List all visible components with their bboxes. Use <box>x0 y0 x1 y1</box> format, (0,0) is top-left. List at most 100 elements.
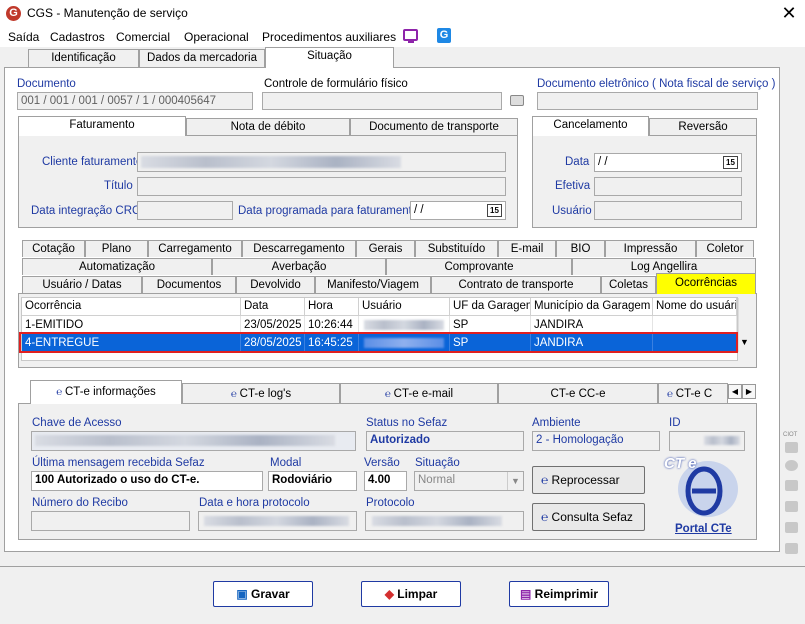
protocolo-redacted <box>372 516 502 526</box>
tab-descarregamento[interactable]: Descarregamento <box>242 240 356 257</box>
hand-icon[interactable] <box>785 501 798 512</box>
tab-doc-transporte[interactable]: Documento de transporte <box>350 118 518 136</box>
tab-automatizacao[interactable]: Automatização <box>22 258 212 275</box>
tab-cotacao[interactable]: Cotação <box>22 240 85 257</box>
tab-email[interactable]: E-mail <box>498 240 556 257</box>
tab-cte-c[interactable]: ℮ CT-e C <box>658 383 728 404</box>
side-icon[interactable] <box>785 543 798 554</box>
col-nome-usuario[interactable]: Nome do usuário <box>653 298 737 316</box>
window-title: CGS - Manutenção de serviço <box>27 6 188 20</box>
side-icon[interactable] <box>785 460 798 471</box>
ultima-msg-label: Última mensagem recebida Sefaz <box>32 457 205 469</box>
menu-saida[interactable]: Saída <box>8 30 39 44</box>
data-protocolo-redacted <box>204 516 349 526</box>
id-redacted <box>704 436 740 445</box>
eraser-icon: ◆ <box>384 587 398 601</box>
modal-label: Modal <box>270 457 302 469</box>
reprocessar-button[interactable]: ℮ Reprocessar <box>532 466 645 494</box>
tab-devolvido[interactable]: Devolvido <box>236 276 315 294</box>
scroll-down-icon[interactable]: ▼ <box>740 337 749 347</box>
menu-procedimentos[interactable]: Procedimentos auxiliares <box>262 30 396 44</box>
side-icon[interactable] <box>785 442 798 453</box>
modal-field[interactable]: Rodoviário <box>268 471 357 491</box>
app-logo-icon: G <box>6 6 21 21</box>
tab-cte-informacoes[interactable]: ℮ CT-e informações <box>30 380 182 404</box>
recibo-label: Número do Recibo <box>32 497 128 509</box>
gravar-button[interactable]: ▣ Gravar <box>213 581 313 607</box>
side-icon[interactable] <box>785 522 798 533</box>
close-icon[interactable]: ✕ <box>776 1 802 25</box>
tab-manifesto-viagem[interactable]: Manifesto/Viagem <box>315 276 431 294</box>
tab-substituido[interactable]: Substituído <box>415 240 498 257</box>
recibo-field[interactable] <box>31 511 190 531</box>
ambiente-field[interactable]: 2 - Homologação <box>532 431 660 451</box>
monitor-icon[interactable] <box>403 29 418 43</box>
tab-cancelamento[interactable]: Cancelamento <box>532 116 649 136</box>
canc-usuario-field[interactable] <box>594 201 742 220</box>
limpar-button[interactable]: ◆ Limpar <box>361 581 461 607</box>
cte-icon: ℮ <box>541 473 552 487</box>
tab-gerais[interactable]: Gerais <box>356 240 415 257</box>
tab-impressao[interactable]: Impressão <box>605 240 696 257</box>
tab-cte-email[interactable]: ℮ CT-e e-mail <box>340 383 498 404</box>
tab-ocorrencias[interactable]: Ocorrências <box>656 273 756 294</box>
selection-highlight <box>19 332 738 353</box>
col-hora[interactable]: Hora <box>305 298 359 316</box>
protocolo-label: Protocolo <box>366 497 415 509</box>
tab-contrato-transporte[interactable]: Contrato de transporte <box>431 276 601 294</box>
doc-eletronico-field[interactable] <box>537 92 758 110</box>
col-ocorrencia[interactable]: Ocorrência <box>22 298 241 316</box>
hand-icon[interactable] <box>785 480 798 491</box>
tab-identificacao[interactable]: Identificação <box>28 49 139 67</box>
calendar-icon[interactable]: 15 <box>487 204 502 217</box>
tab-coletas[interactable]: Coletas <box>601 276 656 294</box>
consulta-sefaz-button[interactable]: ℮ Consulta Sefaz <box>532 503 645 531</box>
menu-operacional[interactable]: Operacional <box>184 30 249 44</box>
col-usuario[interactable]: Usuário <box>359 298 450 316</box>
controle-field[interactable] <box>262 92 502 110</box>
tab-coletor[interactable]: Coletor <box>696 240 754 257</box>
menu-cadastros[interactable]: Cadastros <box>50 30 105 44</box>
titulo-field[interactable] <box>137 177 506 196</box>
col-municipio[interactable]: Município da Garagem <box>531 298 653 316</box>
status-label: Status no Sefaz <box>366 417 448 429</box>
ultima-msg-field[interactable]: 100 Autorizado o uso do CT-e. <box>31 471 263 491</box>
efetiva-field[interactable] <box>594 177 742 196</box>
tab-averbacao[interactable]: Averbação <box>212 258 386 275</box>
versao-field[interactable]: 4.00 <box>364 471 407 491</box>
usuario-redacted <box>364 320 444 330</box>
documento-field[interactable]: 001 / 001 / 001 / 0057 / 1 / 000405647 <box>17 92 253 110</box>
g-app-icon[interactable]: G <box>437 28 451 43</box>
tab-scroll-right-icon[interactable]: ▶ <box>742 384 756 399</box>
calendar-icon[interactable]: 15 <box>723 156 738 169</box>
tab-usuario-datas[interactable]: Usuário / Datas <box>22 276 142 294</box>
tab-nota-debito[interactable]: Nota de débito <box>186 118 350 136</box>
tab-dados-mercadoria[interactable]: Dados da mercadoria <box>139 49 265 67</box>
canc-data-field[interactable]: / / <box>594 153 742 172</box>
tab-bio[interactable]: BIO <box>556 240 605 257</box>
cte-icon: ℮ <box>230 389 240 400</box>
col-uf[interactable]: UF da Garagem <box>450 298 531 316</box>
chevron-down-icon[interactable]: ▼ <box>507 472 523 490</box>
id-label: ID <box>669 417 681 429</box>
reimprimir-button[interactable]: ▤ Reimprimir <box>509 581 609 607</box>
tab-plano[interactable]: Plano <box>85 240 148 257</box>
tab-scroll-left-icon[interactable]: ◀ <box>728 384 742 399</box>
doc-eletronico-label: Documento eletrônico ( Nota fiscal de se… <box>537 78 776 90</box>
tab-cte-logs[interactable]: ℮ CT-e log's <box>182 383 340 404</box>
tab-reversao[interactable]: Reversão <box>649 118 757 136</box>
divider <box>0 566 805 567</box>
tab-situacao[interactable]: Situação <box>265 47 394 68</box>
data-protocolo-label: Data e hora protocolo <box>199 497 310 509</box>
status-field[interactable]: Autorizado <box>366 431 524 451</box>
tab-carregamento[interactable]: Carregamento <box>148 240 242 257</box>
tab-documentos[interactable]: Documentos <box>142 276 236 294</box>
tab-comprovante[interactable]: Comprovante <box>386 258 572 275</box>
tab-cte-cce[interactable]: CT-e CC-e <box>498 383 658 404</box>
menu-comercial[interactable]: Comercial <box>116 30 170 44</box>
printer-icon[interactable] <box>510 95 524 106</box>
col-data[interactable]: Data <box>241 298 305 316</box>
portal-cte-link[interactable]: Portal CTe <box>675 523 732 535</box>
tab-faturamento[interactable]: Faturamento <box>18 116 186 136</box>
crc-field[interactable] <box>137 201 233 220</box>
